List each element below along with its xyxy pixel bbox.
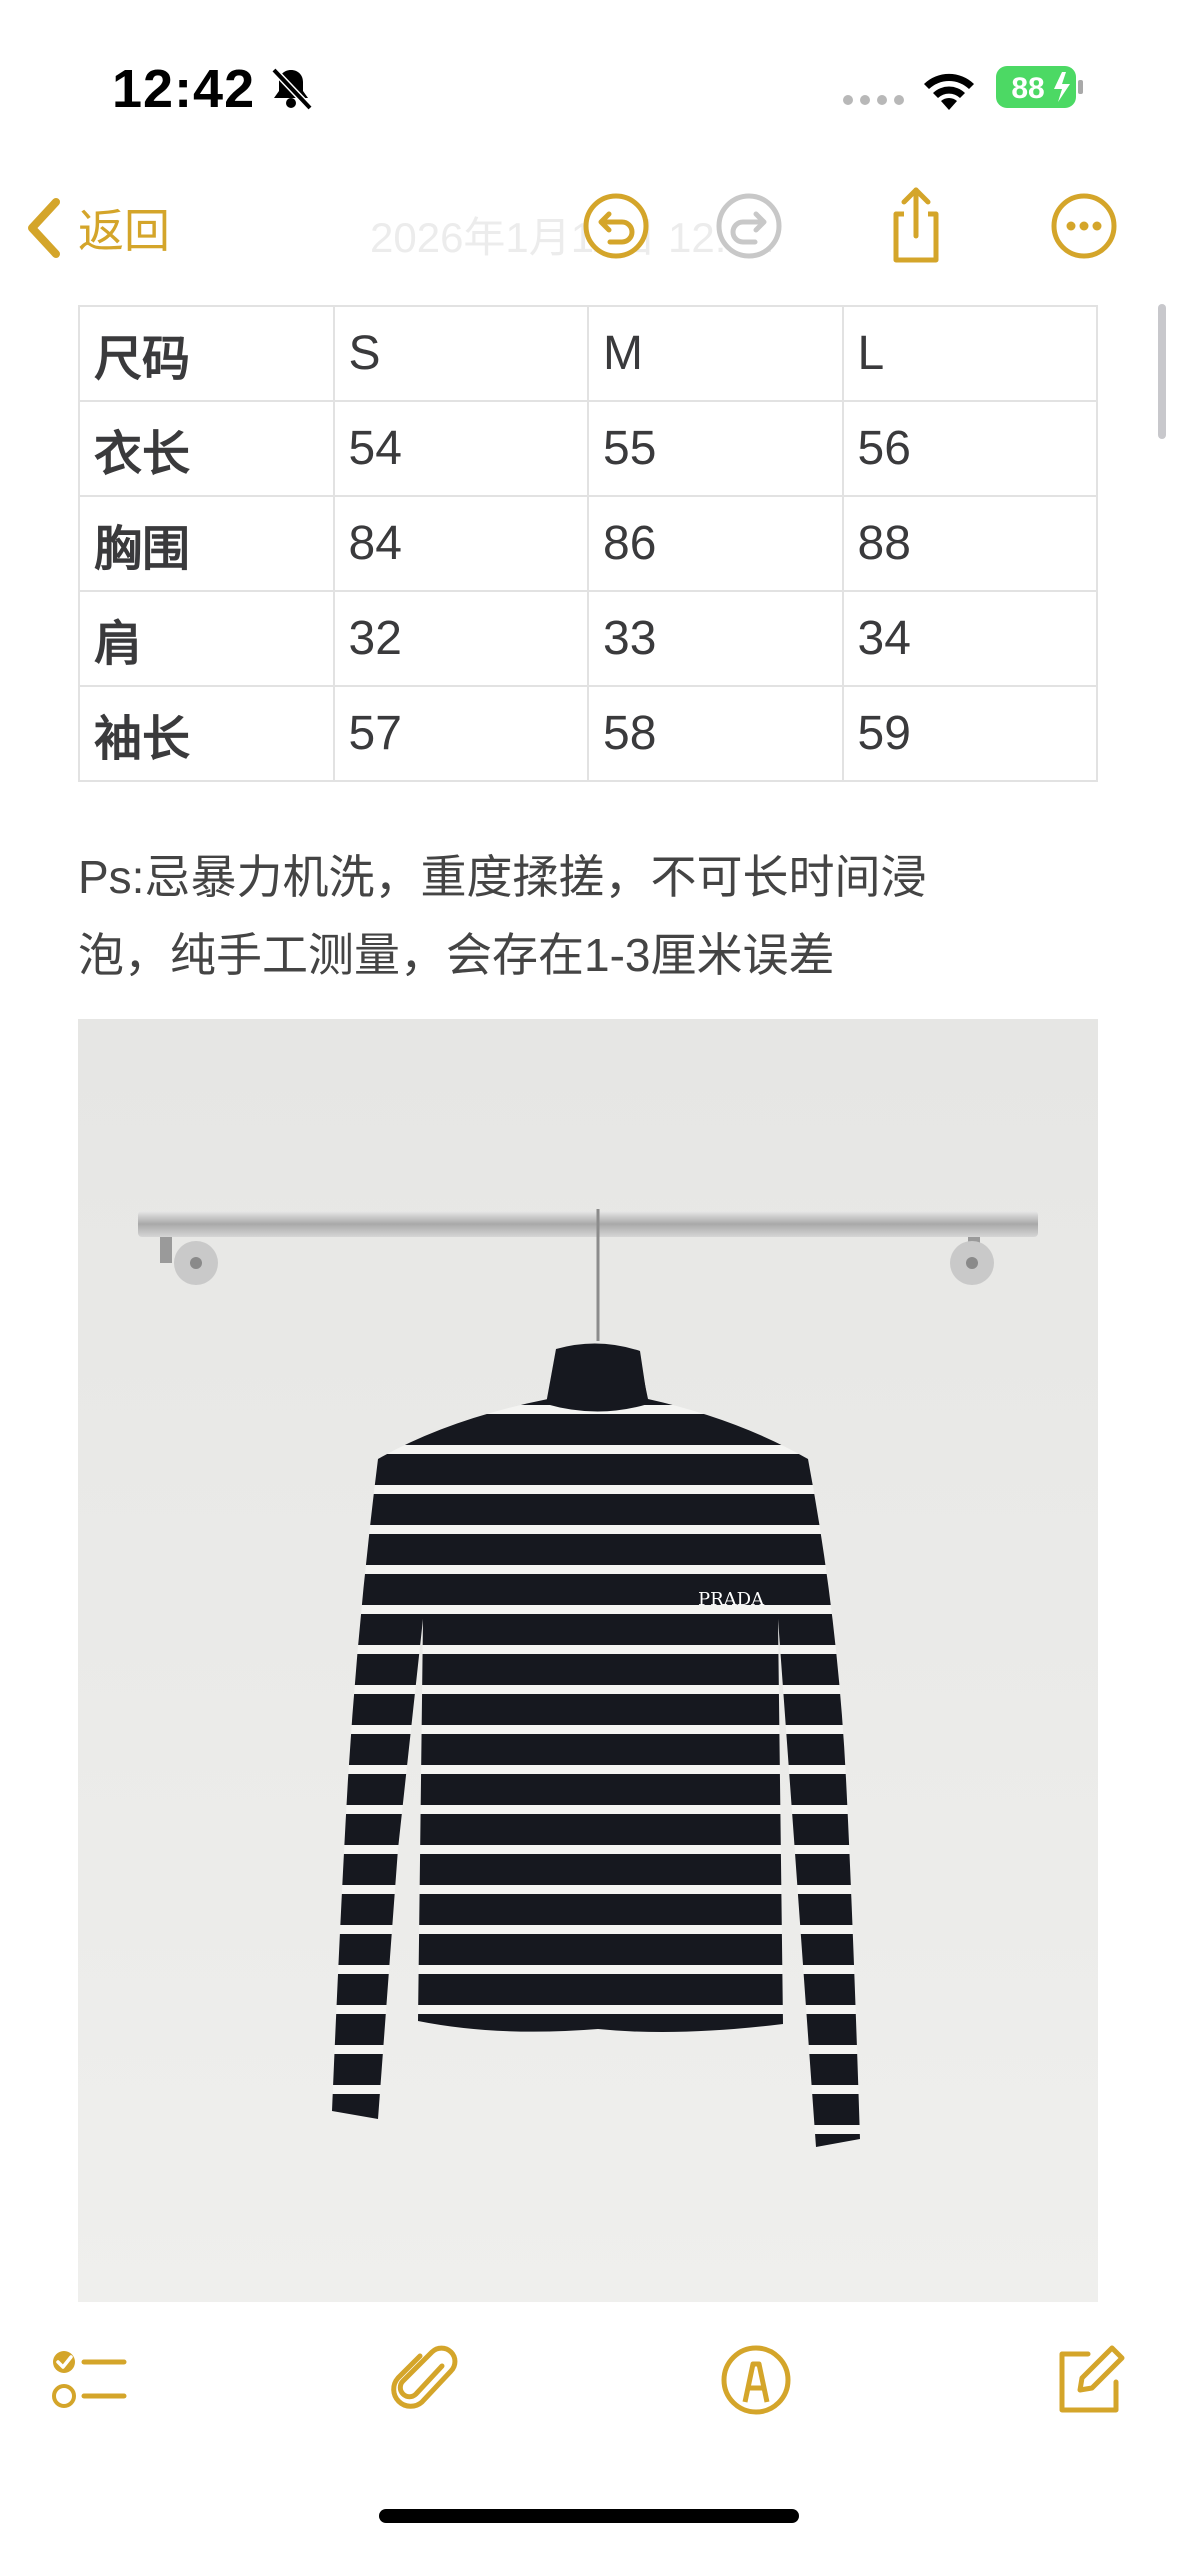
wifi-icon bbox=[924, 73, 974, 110]
table-cell[interactable]: 尺码 bbox=[78, 305, 335, 402]
status-time: 12:42 bbox=[112, 59, 256, 119]
table-cell[interactable]: 88 bbox=[841, 495, 1098, 592]
table-row: 衣长 54 55 56 bbox=[78, 400, 1098, 497]
undo-button[interactable] bbox=[574, 184, 658, 268]
checklist-button[interactable] bbox=[48, 2340, 128, 2420]
battery-icon: 88 bbox=[996, 66, 1083, 108]
table-row: 胸围 84 86 88 bbox=[78, 495, 1098, 592]
home-indicator[interactable] bbox=[379, 2509, 799, 2523]
redo-button[interactable] bbox=[707, 184, 791, 268]
paperclip-button[interactable] bbox=[388, 2340, 468, 2420]
back-label: 返回 bbox=[78, 205, 170, 257]
table-cell[interactable]: 33 bbox=[587, 590, 844, 687]
compose-button[interactable] bbox=[1050, 2340, 1130, 2420]
table-cell[interactable]: 54 bbox=[332, 400, 589, 497]
table-cell[interactable]: 56 bbox=[841, 400, 1098, 497]
table-cell[interactable]: 55 bbox=[587, 400, 844, 497]
table-cell[interactable]: 84 bbox=[332, 495, 589, 592]
table-cell[interactable]: S bbox=[332, 305, 589, 402]
more-button[interactable] bbox=[1042, 184, 1126, 268]
size-table: 尺码 S M L 衣长 54 55 56 胸围 84 86 88 肩 32 33… bbox=[78, 305, 1098, 782]
table-cell[interactable]: 胸围 bbox=[78, 495, 335, 592]
scrollbar[interactable] bbox=[1158, 304, 1166, 439]
signal-dots-icon bbox=[843, 95, 904, 105]
table-cell[interactable]: 衣长 bbox=[78, 400, 335, 497]
table-cell[interactable]: L bbox=[841, 305, 1098, 402]
table-cell[interactable]: 86 bbox=[587, 495, 844, 592]
bell-slash-icon bbox=[271, 67, 313, 111]
table-row: 袖长 57 58 59 bbox=[78, 685, 1098, 782]
status-bar: 12:42 88 bbox=[0, 0, 1179, 170]
table-cell[interactable]: M bbox=[587, 305, 844, 402]
share-button[interactable] bbox=[874, 184, 958, 268]
table-cell[interactable]: 32 bbox=[332, 590, 589, 687]
markup-pen-button[interactable] bbox=[716, 2340, 796, 2420]
brand-logo: PRADA bbox=[698, 1589, 765, 1610]
battery-level: 88 bbox=[1011, 72, 1044, 105]
chevron-left-icon bbox=[28, 198, 60, 258]
note-line: Ps:忌暴力机洗，重度揉搓，不可长时间浸 bbox=[78, 851, 927, 903]
nav-bar: 返回 2026年1月11日 12:42 bbox=[0, 170, 1179, 280]
table-cell[interactable]: 57 bbox=[332, 685, 589, 782]
table-cell[interactable]: 肩 bbox=[78, 590, 335, 687]
table-cell[interactable]: 袖长 bbox=[78, 685, 335, 782]
note-line: 泡，纯手工测量，会存在1-3厘米误差 bbox=[78, 929, 835, 981]
table-row: 肩 32 33 34 bbox=[78, 590, 1098, 687]
table-cell[interactable]: 58 bbox=[587, 685, 844, 782]
table-cell[interactable]: 59 bbox=[841, 685, 1098, 782]
sweater-illustration: PRADA bbox=[78, 1019, 1098, 2302]
sweater-photo[interactable]: PRADA bbox=[78, 1019, 1098, 2302]
note-text[interactable]: Ps:忌暴力机洗，重度揉搓，不可长时间浸 泡，纯手工测量，会存在1-3厘米误差 bbox=[78, 838, 1108, 994]
table-row: 尺码 S M L bbox=[78, 305, 1098, 402]
back-button[interactable]: 返回 bbox=[24, 196, 170, 260]
table-cell[interactable]: 34 bbox=[841, 590, 1098, 687]
bottom-toolbar bbox=[0, 2330, 1179, 2450]
